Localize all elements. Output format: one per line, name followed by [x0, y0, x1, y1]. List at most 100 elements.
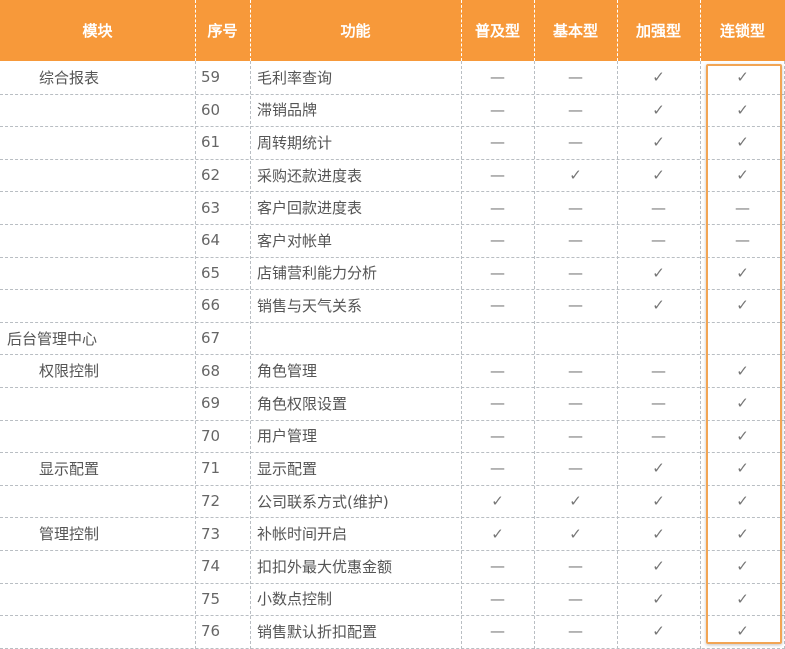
popular-edition-mark: — — [490, 394, 505, 413]
row-number: 60 — [201, 100, 221, 119]
enhanced-edition-mark: ✓ — [652, 263, 665, 282]
basic-edition-mark: — — [568, 589, 583, 608]
enhanced-edition-mark: ✓ — [652, 622, 665, 641]
function-name: 显示配置 — [257, 459, 318, 478]
basic-edition-mark: — — [568, 426, 583, 445]
function-name: 角色权限设置 — [257, 394, 348, 413]
function-name: 客户对帐单 — [257, 231, 333, 250]
header-function: 功能 — [340, 22, 371, 40]
module-cell: 显示配置 — [39, 459, 100, 478]
basic-edition-mark: — — [568, 296, 583, 315]
row-number: 66 — [201, 296, 221, 315]
module-cell: 权限控制 — [39, 362, 100, 381]
enhanced-edition-mark: — — [651, 426, 666, 445]
row-number: 63 — [201, 198, 221, 217]
basic-edition-mark: — — [568, 622, 583, 641]
enhanced-edition-mark: ✓ — [652, 166, 665, 185]
function-name: 采购还款进度表 — [257, 166, 363, 185]
function-name — [250, 322, 461, 355]
enhanced-edition-mark: ✓ — [652, 133, 665, 152]
enhanced-edition-mark: ✓ — [652, 459, 665, 478]
row-number: 72 — [201, 492, 221, 511]
module-cell — [0, 387, 195, 420]
enhanced-edition-mark: ✓ — [652, 524, 665, 543]
function-name: 销售与天气关系 — [257, 296, 363, 315]
table-header-row: 模块 序号 功能 普及型 基本型 加强型 连锁型 — [0, 0, 785, 61]
row-number: 70 — [201, 426, 221, 445]
popular-edition-mark: — — [490, 166, 505, 185]
module-cell — [0, 126, 195, 159]
basic-edition-mark: — — [568, 100, 583, 119]
popular-edition-mark: ✓ — [491, 492, 504, 511]
popular-edition-mark — [461, 322, 534, 355]
basic-edition-mark: — — [568, 394, 583, 413]
header-divider — [534, 0, 535, 61]
popular-edition-mark: — — [490, 263, 505, 282]
module-cell: 后台管理中心 — [7, 329, 98, 348]
function-name: 滞销品牌 — [257, 101, 318, 120]
basic-edition-mark: ✓ — [569, 166, 582, 185]
header-divider — [195, 0, 196, 61]
basic-edition-mark: ✓ — [569, 524, 582, 543]
popular-edition-mark: — — [490, 296, 505, 315]
module-cell: 综合报表 — [39, 68, 100, 87]
chain-edition-highlight — [706, 64, 782, 644]
function-name: 客户回款进度表 — [257, 199, 363, 218]
header-chain-edition: 连锁型 — [719, 22, 765, 40]
header-divider — [461, 0, 462, 61]
basic-edition-mark: — — [568, 361, 583, 380]
module-cell: 管理控制 — [39, 525, 100, 544]
header-popular-edition: 普及型 — [474, 22, 520, 40]
row-number: 65 — [201, 263, 221, 282]
basic-edition-mark: — — [568, 557, 583, 576]
row-number: 62 — [201, 166, 221, 185]
function-name: 公司联系方式(维护) — [257, 492, 389, 511]
popular-edition-mark: — — [490, 361, 505, 380]
popular-edition-mark: — — [490, 100, 505, 119]
basic-edition-mark: ✓ — [569, 492, 582, 511]
module-cell — [0, 485, 195, 518]
row-number: 67 — [201, 329, 221, 348]
function-name: 毛利率查询 — [257, 68, 333, 87]
popular-edition-mark: — — [490, 198, 505, 217]
module-cell — [0, 583, 195, 616]
row-number: 71 — [201, 459, 221, 478]
module-cell — [0, 224, 195, 257]
module-cell — [0, 615, 195, 648]
basic-edition-mark: — — [568, 231, 583, 250]
function-name: 用户管理 — [257, 427, 318, 446]
row-number: 68 — [201, 361, 221, 380]
popular-edition-mark: ✓ — [491, 524, 504, 543]
header-module: 模块 — [82, 22, 113, 40]
enhanced-edition-mark: ✓ — [652, 68, 665, 87]
basic-edition-mark: — — [568, 68, 583, 87]
row-number: 74 — [201, 557, 221, 576]
module-cell — [0, 159, 195, 192]
module-cell — [0, 289, 195, 322]
header-divider — [250, 0, 251, 61]
module-cell — [0, 191, 195, 224]
basic-edition-mark: — — [568, 459, 583, 478]
basic-edition-mark: — — [568, 133, 583, 152]
row-number: 76 — [201, 622, 221, 641]
function-name: 角色管理 — [257, 362, 318, 381]
basic-edition-mark — [534, 322, 617, 355]
enhanced-edition-mark: ✓ — [652, 557, 665, 576]
row-number: 69 — [201, 394, 221, 413]
enhanced-edition-mark — [617, 322, 700, 355]
popular-edition-mark: — — [490, 68, 505, 87]
row-number: 59 — [201, 68, 221, 87]
enhanced-edition-mark: — — [651, 394, 666, 413]
module-cell — [0, 257, 195, 290]
header-divider — [700, 0, 701, 61]
enhanced-edition-mark: ✓ — [652, 100, 665, 119]
module-cell — [0, 420, 195, 453]
basic-edition-mark: — — [568, 263, 583, 282]
function-name: 销售默认折扣配置 — [257, 622, 378, 641]
feature-comparison-table: 模块 序号 功能 普及型 基本型 加强型 连锁型 综合报表 59 毛利率查询 — — ✓ ✓… — [0, 0, 785, 649]
basic-edition-mark: — — [568, 198, 583, 217]
enhanced-edition-mark: — — [651, 361, 666, 380]
header-enhanced-edition: 加强型 — [635, 22, 681, 40]
function-name: 店铺营利能力分析 — [257, 264, 378, 283]
enhanced-edition-mark: ✓ — [652, 589, 665, 608]
